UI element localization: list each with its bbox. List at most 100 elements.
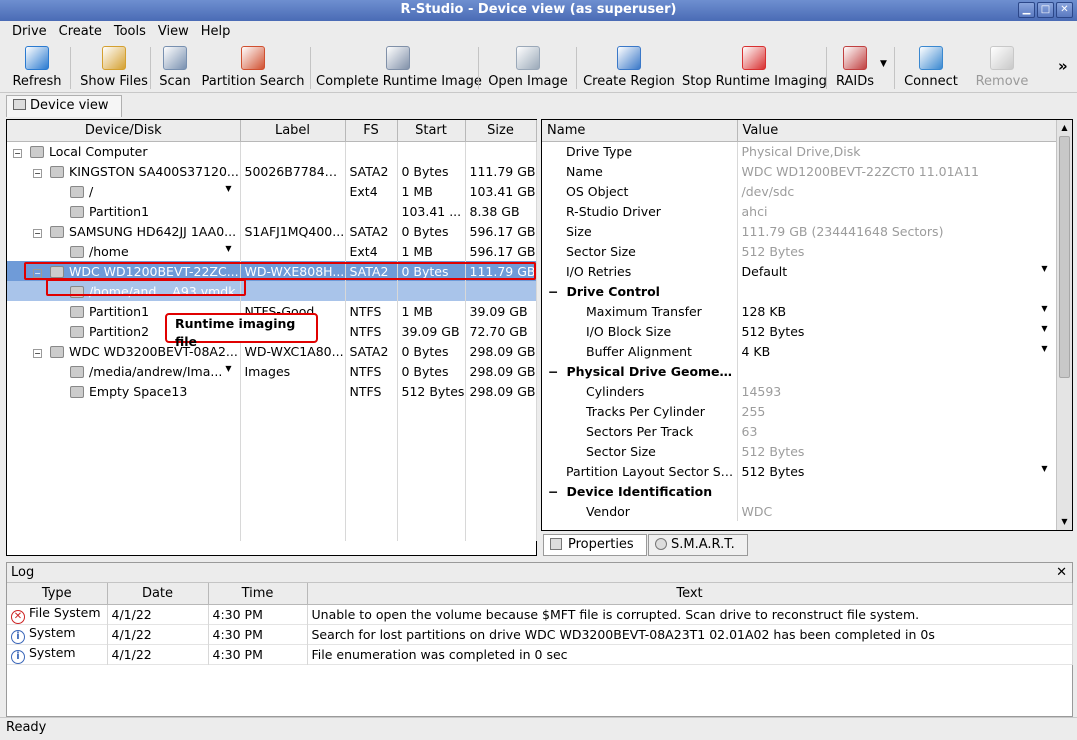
collapse-icon[interactable]: −: [548, 284, 558, 299]
device-row[interactable]: Empty Space13 NTFS 512 Bytes 298.09 GB: [7, 381, 537, 401]
toolbar-connect-button[interactable]: Connect: [900, 43, 962, 91]
toolbar-remove-button[interactable]: Remove: [972, 43, 1032, 91]
property-row[interactable]: R-Studio Driver ahci: [542, 201, 1057, 221]
tab-device-view[interactable]: Device view: [6, 95, 122, 117]
col-device-disk[interactable]: Device/Disk: [7, 120, 241, 142]
col-text[interactable]: Text: [307, 583, 1073, 605]
property-group-row[interactable]: − Physical Drive Geometry: [542, 361, 1057, 381]
col-date[interactable]: Date: [107, 583, 209, 605]
scroll-up-icon[interactable]: ▲: [1057, 120, 1072, 136]
property-row[interactable]: Cylinders 14593: [542, 381, 1057, 401]
minimize-icon[interactable]: ▁: [1018, 2, 1035, 18]
toolbar-open-image-button[interactable]: Open Image: [486, 43, 570, 91]
property-name-cell: Buffer Alignment: [542, 341, 738, 361]
property-row[interactable]: Sector Size 512 Bytes: [542, 441, 1057, 461]
toolbar-more-icon[interactable]: »: [1058, 57, 1068, 75]
dropdown-icon[interactable]: ▼: [1041, 304, 1047, 313]
col-value[interactable]: Value: [737, 120, 1057, 142]
collapse-icon[interactable]: −: [33, 228, 42, 238]
device-label-cell: 50026B77843...: [240, 161, 346, 181]
property-group-row[interactable]: − Drive Control: [542, 281, 1057, 301]
log-row[interactable]: i System 4/1/22 4:30 PM Search for lost part…: [7, 624, 1073, 644]
device-row[interactable]: − WDC WD3200BEVT-08A2... WD-WXC1A80... SATA…: [7, 341, 537, 361]
dropdown-icon[interactable]: ▼: [1041, 344, 1047, 353]
device-row[interactable]: / ▼ Ext4 1 MB 103.41 GB: [7, 181, 537, 201]
tab-properties[interactable]: Properties: [543, 534, 647, 556]
toolbar-scan-button[interactable]: Scan: [156, 43, 194, 91]
dropdown-icon[interactable]: ▼: [225, 364, 231, 373]
maximize-icon[interactable]: □: [1037, 2, 1054, 18]
collapse-icon[interactable]: −: [33, 348, 42, 358]
property-value-cell[interactable]: 512 Bytes ▼: [737, 321, 1057, 341]
title-bar: R-Studio - Device view (as superuser) ▁ …: [0, 0, 1077, 21]
device-row[interactable]: /media/andrew/Ima... ▼ Images NTFS 0 Bytes 29…: [7, 361, 537, 381]
property-value-cell[interactable]: 512 Bytes ▼: [737, 461, 1057, 481]
property-value-cell[interactable]: 128 KB ▼: [737, 301, 1057, 321]
collapse-icon[interactable]: −: [548, 484, 558, 499]
col-size[interactable]: Size: [465, 120, 537, 142]
property-value-cell[interactable]: 4 KB ▼: [737, 341, 1057, 361]
log-row[interactable]: i System 4/1/22 4:30 PM File enumeration was…: [7, 644, 1073, 664]
device-row[interactable]: − KINGSTON SA400S37120... 50026B77843... SA…: [7, 161, 537, 181]
property-name: Vendor: [586, 503, 630, 519]
property-row[interactable]: Sectors Per Track 63: [542, 421, 1057, 441]
property-row[interactable]: Vendor WDC: [542, 501, 1057, 521]
raids-dropdown-icon[interactable]: ▼: [880, 59, 887, 69]
toolbar-complete-runtime-image-button[interactable]: Complete Runtime Image: [316, 43, 482, 91]
property-row[interactable]: Size 111.79 GB (234441648 Sectors): [542, 221, 1057, 241]
col-fs[interactable]: FS: [345, 120, 398, 142]
empty-cell: [465, 421, 537, 441]
close-icon[interactable]: ✕: [1056, 2, 1073, 18]
device-size-cell: 39.09 GB: [465, 301, 537, 321]
toolbar-refresh-button[interactable]: Refresh: [8, 43, 66, 91]
toolbar-raids-button[interactable]: RAIDs: [832, 43, 878, 91]
col-start[interactable]: Start: [397, 120, 466, 142]
menu-help[interactable]: Help: [195, 24, 237, 39]
toolbar-show-files-button[interactable]: Show Files: [78, 43, 150, 91]
property-group-row[interactable]: − Device Identification: [542, 481, 1057, 501]
property-row[interactable]: Tracks Per Cylinder 255: [542, 401, 1057, 421]
scrollbar-thumb[interactable]: [1059, 136, 1070, 378]
property-row[interactable]: Partition Layout Sector Size 512 Bytes ▼: [542, 461, 1057, 481]
toolbar-partition-search-button[interactable]: Partition Search: [200, 43, 306, 91]
dropdown-icon[interactable]: ▼: [1041, 264, 1047, 273]
property-row[interactable]: Sector Size 512 Bytes: [542, 241, 1057, 261]
property-row[interactable]: I/O Retries Default ▼: [542, 261, 1057, 281]
property-value-cell[interactable]: Default ▼: [737, 261, 1057, 281]
col-type[interactable]: Type: [7, 583, 108, 605]
property-row[interactable]: OS Object/dev/sdc: [542, 181, 1057, 201]
log-row[interactable]: ✕ File System 4/1/22 4:30 PM Unable to open …: [7, 604, 1073, 624]
property-row[interactable]: Buffer Alignment 4 KB ▼: [542, 341, 1057, 361]
dropdown-icon[interactable]: ▼: [225, 184, 231, 193]
property-row[interactable]: Drive Type Physical Drive,Disk: [542, 141, 1057, 161]
col-label[interactable]: Label: [240, 120, 346, 142]
property-row[interactable]: I/O Block Size 512 Bytes ▼: [542, 321, 1057, 341]
dropdown-icon[interactable]: ▼: [1041, 324, 1047, 333]
toolbar-stop-runtime-imaging-button[interactable]: Stop Runtime Imaging: [682, 43, 827, 91]
property-row[interactable]: Name WDC WD1200BEVT-22ZCT0 11.01A11: [542, 161, 1057, 181]
device-row[interactable]: Partition1 103.41 ... 8.38 GB: [7, 201, 537, 221]
collapse-icon[interactable]: −: [548, 364, 558, 379]
menu-view[interactable]: View: [152, 24, 195, 39]
scroll-down-icon[interactable]: ▼: [1057, 514, 1072, 530]
toolbar-label: Refresh: [12, 74, 62, 89]
toolbar-create-region-button[interactable]: Create Region: [582, 43, 676, 91]
col-name[interactable]: Name: [542, 120, 738, 142]
collapse-icon[interactable]: −: [33, 168, 42, 178]
device-row[interactable]: − SAMSUNG HD642JJ 1AA0... S1AFJ1MQ400... SA…: [7, 221, 537, 241]
collapse-icon[interactable]: −: [13, 148, 22, 158]
device-start-cell: 0 Bytes: [397, 361, 466, 381]
property-row[interactable]: Maximum Transfer 128 KB ▼: [542, 301, 1057, 321]
device-row[interactable]: /home ▼ Ext4 1 MB 596.17 GB: [7, 241, 537, 261]
device-row[interactable]: − Local Computer: [7, 141, 537, 161]
menu-drive[interactable]: Drive: [6, 24, 53, 39]
log-date-cell: 4/1/22: [107, 644, 209, 664]
dropdown-icon[interactable]: ▼: [1041, 464, 1047, 473]
tab-smart[interactable]: S.M.A.R.T.: [648, 534, 748, 556]
dropdown-icon[interactable]: ▼: [225, 244, 231, 253]
menu-tools[interactable]: Tools: [108, 24, 152, 39]
properties-scrollbar[interactable]: ▲ ▼: [1056, 120, 1072, 530]
menu-create[interactable]: Create: [53, 24, 108, 39]
col-time[interactable]: Time: [208, 583, 308, 605]
log-close-icon[interactable]: ✕: [1056, 563, 1067, 582]
